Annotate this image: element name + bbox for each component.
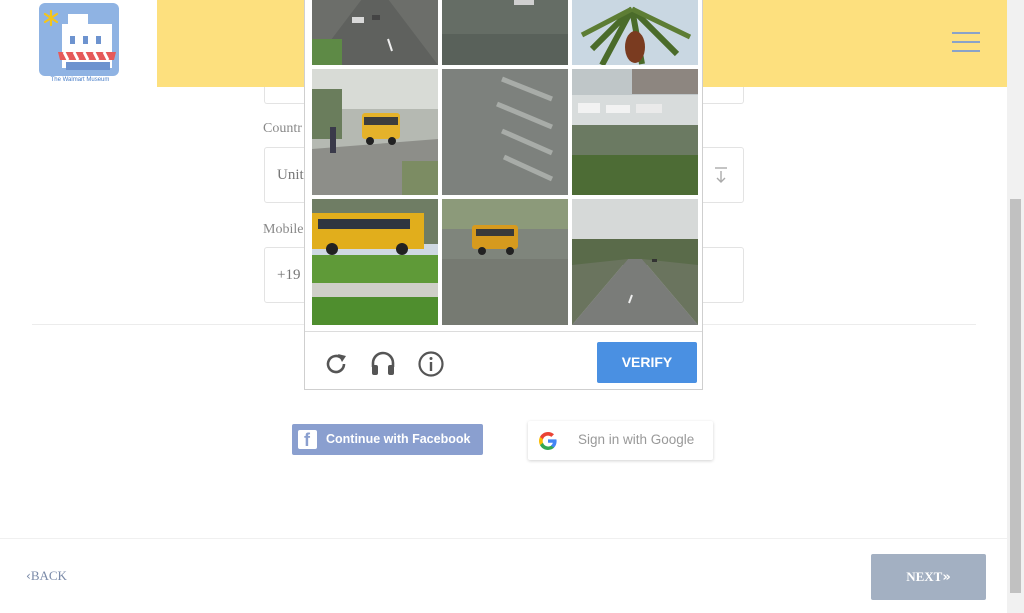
next-label: NEXT [906, 569, 943, 584]
facebook-icon: f [298, 430, 317, 450]
captcha-tile[interactable] [312, 0, 438, 65]
mobile-label: Mobile [263, 222, 304, 237]
country-value: Unit [277, 167, 304, 183]
page-scrollbar[interactable] [1007, 0, 1024, 613]
google-icon [539, 432, 557, 450]
info-icon[interactable] [417, 350, 445, 378]
captcha-tile[interactable] [442, 69, 568, 195]
captcha-tile[interactable] [312, 69, 438, 195]
captcha-tile[interactable] [572, 0, 698, 65]
headphones-icon[interactable] [369, 349, 397, 377]
logo-caption: The Walmart Museum [50, 77, 110, 83]
captcha-tile[interactable] [572, 69, 698, 195]
google-login-button[interactable]: Sign in with Google [528, 421, 713, 460]
menu-icon[interactable] [952, 32, 980, 52]
footer-divider [0, 538, 1007, 539]
walmart-museum-logo[interactable] [38, 2, 122, 86]
captcha-footer-divider [305, 331, 702, 332]
country-label: Countr [263, 121, 302, 136]
facebook-login-button[interactable]: f Continue with Facebook [292, 424, 483, 455]
captcha-tile[interactable] [572, 199, 698, 325]
facebook-button-label: Continue with Facebook [326, 432, 471, 446]
captcha-challenge: VERIFY [304, 0, 703, 390]
next-button[interactable]: NEXT» [871, 554, 986, 600]
back-button[interactable]: ‹BACK [26, 568, 67, 584]
google-button-label: Sign in with Google [578, 432, 695, 447]
back-label: BACK [30, 568, 67, 583]
chevron-down-icon [715, 167, 727, 183]
double-chevron-right-icon: » [942, 570, 951, 585]
mobile-value: +19 [277, 267, 301, 283]
reload-icon[interactable] [322, 350, 350, 378]
captcha-tile[interactable] [442, 199, 568, 325]
scrollbar-thumb[interactable] [1010, 199, 1021, 593]
captcha-tile[interactable] [442, 0, 568, 65]
verify-button[interactable]: VERIFY [597, 342, 697, 383]
captcha-tile[interactable] [312, 199, 438, 325]
